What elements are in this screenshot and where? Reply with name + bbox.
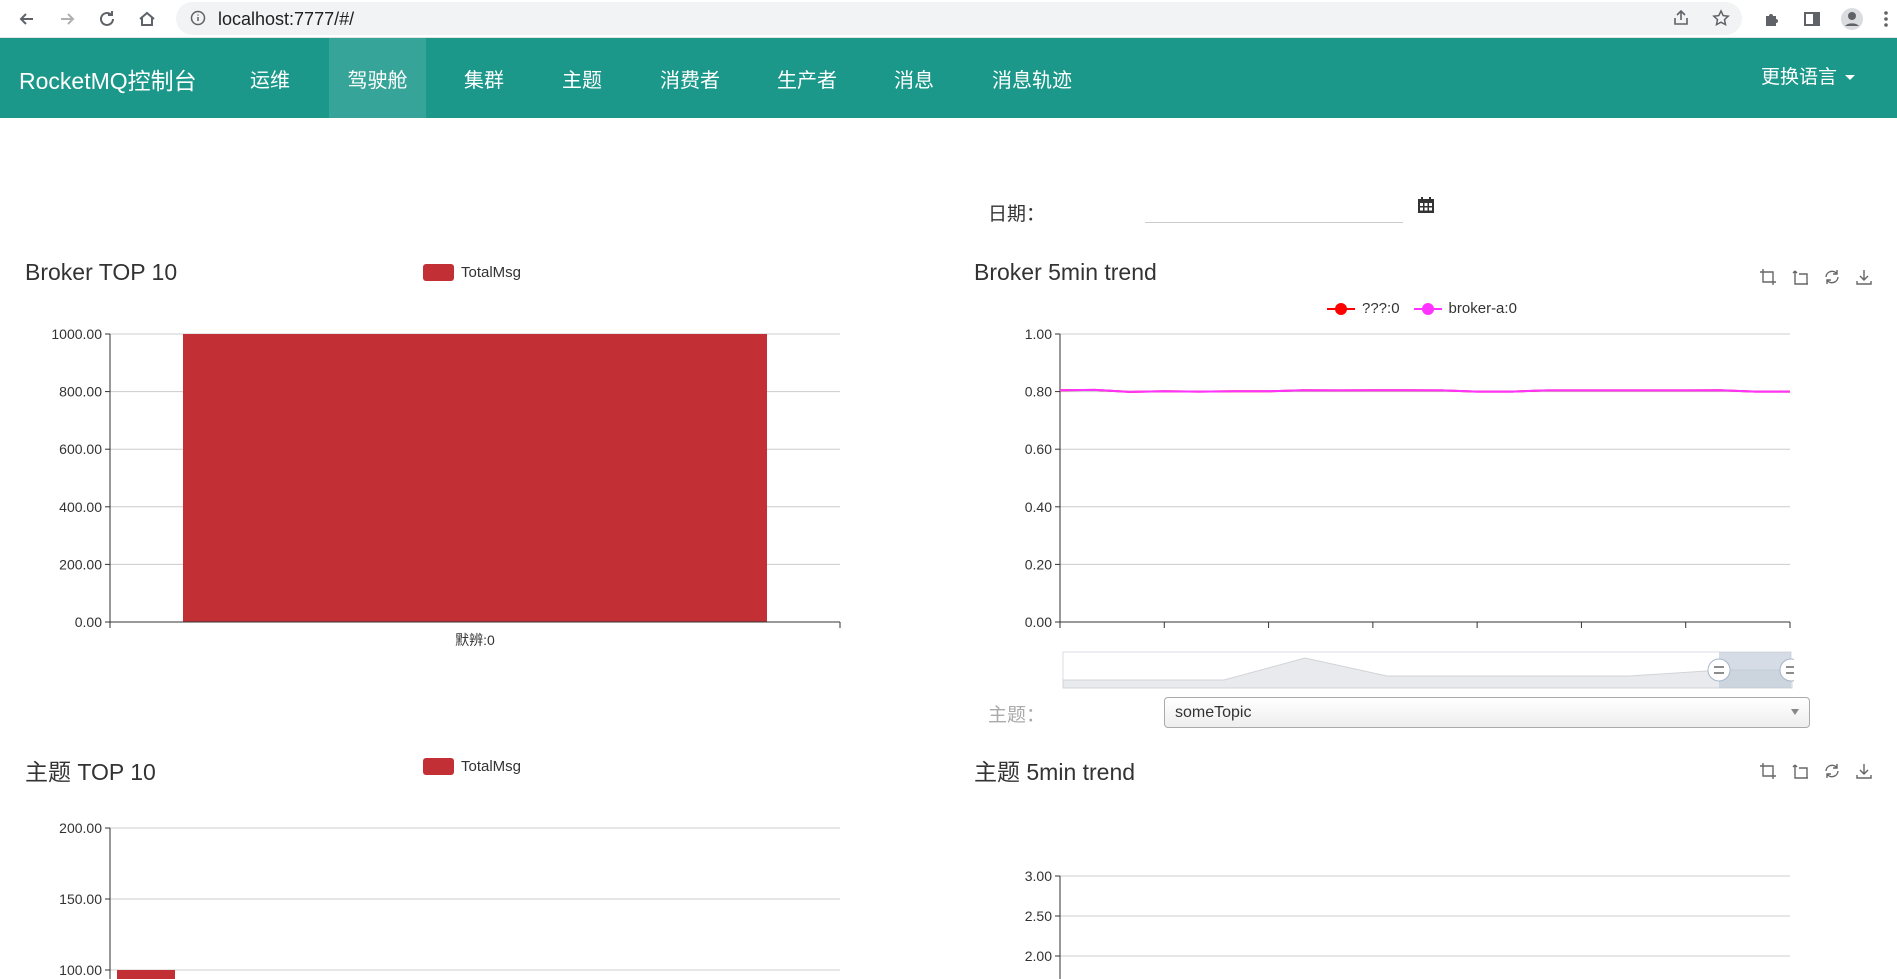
caret-down-icon	[1845, 75, 1855, 81]
browser-toolbar: localhost:7777/#/	[0, 0, 1897, 38]
y-tick-label: 1.00	[1025, 326, 1052, 342]
y-tick-label: 2.00	[1025, 948, 1052, 964]
data-zoom-icon[interactable]	[1758, 267, 1778, 287]
topic-top10-chart: 200.00 150.00 100.00	[59, 820, 840, 979]
legend-swatch	[423, 264, 454, 281]
nav-item-dashboard[interactable]: 驾驶舱	[329, 38, 426, 118]
y-tick-label: 200.00	[59, 820, 102, 836]
language-dropdown[interactable]: 更换语言	[1761, 62, 1855, 89]
zoom-reset-icon[interactable]	[1790, 761, 1810, 781]
topic-trend-toolbox	[1758, 761, 1874, 781]
y-tick-label: 3.00	[1025, 868, 1052, 884]
legend-label: TotalMsg	[461, 264, 522, 281]
y-tick-label: 800.00	[59, 384, 102, 400]
data-zoom-icon[interactable]	[1758, 761, 1778, 781]
y-tick-label: 100.00	[59, 962, 102, 978]
y-tick-label: 0.80	[1025, 384, 1052, 400]
broker-top10-chart: 0.00 200.00 400.00 600.00 800.00 1000.00 默辨:0	[51, 326, 841, 648]
save-image-icon[interactable]	[1854, 267, 1874, 287]
profile-avatar-icon[interactable]	[1837, 4, 1867, 34]
topic-select-value: someTopic	[1175, 704, 1252, 721]
bookmark-star-icon[interactable]	[1706, 3, 1736, 33]
bar	[183, 334, 767, 622]
nav-item-producer[interactable]: 生产者	[757, 38, 857, 118]
y-tick-label: 200.00	[59, 556, 102, 572]
select-arrow-icon	[1791, 709, 1799, 715]
browser-menu-icon[interactable]	[1877, 4, 1895, 34]
zoom-reset-icon[interactable]	[1790, 267, 1810, 287]
y-tick-label: 0.00	[75, 614, 102, 630]
zoom-handle-left[interactable]	[1707, 658, 1731, 682]
legend-swatch	[423, 758, 454, 775]
y-tick-label: 0.40	[1025, 499, 1052, 515]
topic-top10-title: 主题 TOP 10	[25, 759, 156, 785]
topic-label: 主题：	[988, 705, 1046, 726]
language-label: 更换语言	[1760, 67, 1837, 88]
restore-icon[interactable]	[1822, 761, 1842, 781]
forward-arrow-icon[interactable]	[52, 4, 82, 34]
home-icon[interactable]	[132, 4, 162, 34]
side-panel-icon[interactable]	[1797, 4, 1827, 34]
date-input[interactable]	[1145, 196, 1403, 223]
topic-trend-title: 主题 5min trend	[974, 759, 1136, 785]
main-navbar: RocketMQ控制台 运维 驾驶舱 集群 主题 消费者 生产者 消息 消息轨迹…	[0, 38, 1897, 118]
y-tick-label: 0.20	[1025, 556, 1052, 572]
nav-item-message[interactable]: 消息	[874, 38, 954, 118]
topic-trend-chart: 3.00 2.50 2.00	[1025, 868, 1790, 979]
legend-label: TotalMsg	[461, 758, 522, 775]
y-tick-label: 150.00	[59, 891, 102, 907]
y-tick-label: 2.50	[1025, 908, 1052, 924]
y-tick-label: 1000.00	[51, 326, 102, 342]
broker-top10-legend[interactable]: TotalMsg	[423, 264, 521, 281]
y-tick-label: 400.00	[59, 499, 102, 515]
back-arrow-icon[interactable]	[12, 4, 42, 34]
save-image-icon[interactable]	[1854, 761, 1874, 781]
extensions-icon[interactable]	[1757, 4, 1787, 34]
share-icon[interactable]	[1666, 3, 1696, 33]
brand-title[interactable]: RocketMQ控制台	[19, 62, 197, 96]
nav-item-ops[interactable]: 运维	[230, 38, 310, 118]
broker-trend-title: Broker 5min trend	[974, 259, 1157, 285]
url-text: localhost:7777/#/	[218, 9, 355, 29]
broker-trend-chart: 0.00 0.20 0.40 0.60 0.80 1.00	[1025, 326, 1791, 630]
bar	[117, 970, 175, 979]
y-tick-label: 600.00	[59, 441, 102, 457]
site-info-icon[interactable]	[190, 10, 206, 31]
reload-icon[interactable]	[92, 4, 122, 34]
nav-item-message-trace[interactable]: 消息轨迹	[971, 38, 1093, 118]
nav-item-consumer[interactable]: 消费者	[640, 38, 740, 118]
broker-trend-toolbox	[1758, 267, 1874, 287]
topic-top10-legend[interactable]: TotalMsg	[423, 758, 521, 775]
restore-icon[interactable]	[1822, 267, 1842, 287]
address-bar[interactable]: localhost:7777/#/	[176, 2, 1742, 35]
calendar-icon[interactable]	[1417, 196, 1435, 219]
x-tick-label: 默辨:0	[455, 632, 495, 648]
nav-item-topic[interactable]: 主题	[542, 38, 622, 118]
y-tick-label: 0.60	[1025, 441, 1052, 457]
broker-trend-zoom-slider[interactable]	[1062, 650, 1794, 690]
y-tick-label: 0.00	[1025, 614, 1052, 630]
topic-select[interactable]: someTopic	[1164, 697, 1810, 728]
nav-item-cluster[interactable]: 集群	[444, 38, 524, 118]
broker-top10-title: Broker TOP 10	[25, 259, 178, 285]
date-label: 日期：	[988, 204, 1046, 225]
